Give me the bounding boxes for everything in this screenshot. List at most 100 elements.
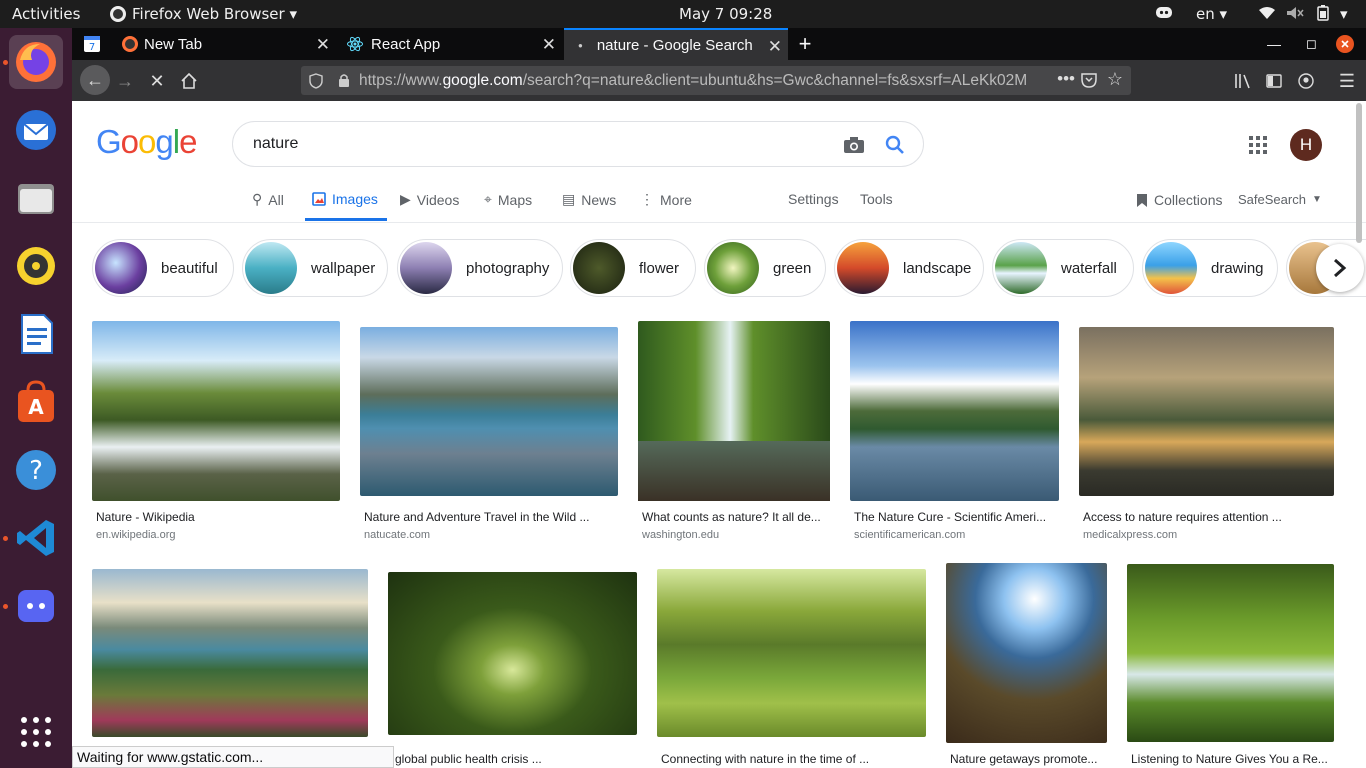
close-icon[interactable]: ✕ bbox=[316, 35, 330, 55]
tab-videos[interactable]: ▶ Videos bbox=[400, 191, 459, 208]
result-image[interactable] bbox=[360, 327, 618, 496]
tab-google-search[interactable]: ● nature - Google Search ✕ bbox=[564, 28, 788, 60]
account-button[interactable] bbox=[1293, 68, 1319, 94]
back-button[interactable]: ← bbox=[80, 65, 110, 95]
result-title[interactable]: Nature getaways promote... bbox=[950, 752, 1106, 766]
sidebar-button[interactable] bbox=[1261, 68, 1287, 94]
app-menu[interactable]: Firefox Web Browser ▾ bbox=[110, 5, 297, 23]
dock-writer[interactable] bbox=[9, 307, 63, 361]
dock-discord[interactable] bbox=[9, 579, 63, 633]
arrow-right-icon: → bbox=[116, 70, 134, 91]
safesearch-dropdown[interactable]: SafeSearch ▼ bbox=[1238, 192, 1322, 207]
google-logo[interactable]: Google bbox=[96, 123, 197, 161]
dock-help[interactable]: ? bbox=[9, 443, 63, 497]
home-icon bbox=[181, 73, 197, 89]
forward-button[interactable]: → bbox=[112, 68, 138, 94]
stop-button[interactable]: ✕ bbox=[144, 68, 170, 94]
activities-button[interactable]: Activities bbox=[12, 5, 80, 23]
tab-more[interactable]: ⋮ More bbox=[640, 191, 692, 208]
dock-vscode[interactable] bbox=[9, 511, 63, 565]
chip-waterfall[interactable]: waterfall bbox=[992, 239, 1134, 297]
result-image[interactable] bbox=[657, 569, 926, 737]
result-title[interactable]: Nature - Wikipedia bbox=[96, 510, 336, 524]
home-button[interactable] bbox=[176, 68, 202, 94]
camera-icon[interactable] bbox=[843, 136, 865, 154]
search-icon[interactable] bbox=[885, 135, 905, 155]
result-image[interactable] bbox=[946, 563, 1107, 743]
menu-button[interactable]: ☰ bbox=[1334, 68, 1360, 94]
chip-label: waterfall bbox=[1061, 259, 1117, 277]
result-image[interactable] bbox=[92, 569, 368, 737]
result-image[interactable] bbox=[388, 572, 637, 735]
chip-wallpaper[interactable]: wallpaper bbox=[242, 239, 388, 297]
result-image[interactable] bbox=[638, 321, 830, 501]
result-image[interactable] bbox=[1127, 564, 1334, 742]
result-title[interactable]: global public health crisis ... bbox=[395, 752, 635, 766]
new-tab-button[interactable]: + bbox=[790, 28, 820, 60]
close-window-button[interactable] bbox=[1336, 28, 1360, 60]
keyboard-layout[interactable]: en ▾ bbox=[1196, 5, 1227, 23]
chip-photography[interactable]: photography bbox=[397, 239, 563, 297]
apps-grid-icon[interactable] bbox=[1248, 135, 1268, 155]
library-button[interactable] bbox=[1230, 68, 1256, 94]
tab-all-label: All bbox=[268, 191, 284, 208]
chip-flower[interactable]: flower bbox=[570, 239, 696, 297]
loading-dot-icon: ● bbox=[578, 40, 583, 50]
chip-label: photography bbox=[466, 259, 550, 277]
chip-label: drawing bbox=[1211, 259, 1264, 277]
chevron-right-icon bbox=[1334, 258, 1347, 278]
system-menu-arrow[interactable]: ▾ bbox=[1340, 5, 1348, 23]
tab-new-tab[interactable]: New Tab ✕ bbox=[112, 28, 336, 60]
tab-all[interactable]: ⚲ All bbox=[252, 191, 284, 208]
dock-software[interactable]: A bbox=[9, 375, 63, 429]
result-title[interactable]: What counts as nature? It all de... bbox=[642, 510, 827, 524]
close-icon[interactable]: ✕ bbox=[768, 37, 782, 57]
minimize-button[interactable]: — bbox=[1267, 28, 1291, 60]
tab-images[interactable]: Images bbox=[312, 191, 378, 207]
avatar[interactable]: H bbox=[1290, 129, 1322, 161]
chip-drawing[interactable]: drawing bbox=[1142, 239, 1278, 297]
tools-link[interactable]: Tools bbox=[860, 191, 893, 207]
chip-beautiful[interactable]: beautiful bbox=[92, 239, 234, 297]
calendar-icon: 7 bbox=[84, 36, 100, 52]
grid-icon bbox=[21, 717, 51, 747]
discord-tray-icon[interactable] bbox=[1155, 4, 1173, 24]
search-input[interactable]: nature bbox=[253, 135, 298, 153]
result-title[interactable]: Nature and Adventure Travel in the Wild … bbox=[364, 510, 614, 524]
close-icon[interactable]: ✕ bbox=[542, 35, 556, 55]
tab-news[interactable]: ▤ News bbox=[562, 191, 616, 208]
collections-link[interactable]: Collections bbox=[1136, 192, 1222, 208]
chips-next-button[interactable] bbox=[1316, 244, 1364, 292]
result-title[interactable]: Connecting with nature in the time of ..… bbox=[661, 752, 921, 766]
tab-maps[interactable]: ⌖ Maps bbox=[484, 191, 532, 208]
page-actions-icon[interactable]: ••• bbox=[1051, 69, 1075, 89]
battery-icon[interactable] bbox=[1317, 5, 1329, 25]
clock[interactable]: May 7 09:28 bbox=[679, 5, 772, 23]
tab-pinned[interactable]: 7 bbox=[72, 28, 112, 60]
chip-landscape[interactable]: landscape bbox=[834, 239, 984, 297]
firefox-icon bbox=[110, 6, 126, 22]
result-title[interactable]: Listening to Nature Gives You a Re... bbox=[1131, 752, 1333, 766]
bookmark-star-icon[interactable]: ☆ bbox=[1107, 69, 1123, 90]
chip-green[interactable]: green bbox=[704, 239, 826, 297]
volume-muted-icon[interactable] bbox=[1286, 6, 1304, 24]
dock-firefox[interactable] bbox=[9, 35, 63, 89]
result-image[interactable] bbox=[850, 321, 1059, 501]
pocket-icon[interactable] bbox=[1081, 72, 1097, 88]
result-image[interactable] bbox=[1079, 327, 1334, 496]
result-title[interactable]: Access to nature requires attention ... bbox=[1083, 510, 1333, 524]
result-image[interactable] bbox=[92, 321, 340, 501]
result-title[interactable]: The Nature Cure - Scientific Ameri... bbox=[854, 510, 1054, 524]
maximize-button[interactable]: ◻ bbox=[1306, 28, 1330, 60]
wifi-icon[interactable] bbox=[1258, 6, 1276, 24]
dock-files[interactable] bbox=[9, 171, 63, 225]
scrollbar-thumb[interactable] bbox=[1356, 103, 1362, 243]
dock-thunderbird[interactable] bbox=[9, 103, 63, 157]
settings-link[interactable]: Settings bbox=[788, 191, 839, 207]
tab-react-app[interactable]: React App ✕ bbox=[338, 28, 562, 60]
dock-rhythmbox[interactable] bbox=[9, 239, 63, 293]
divider bbox=[72, 222, 1366, 223]
url-bar[interactable]: https://www.google.com/search?q=nature&c… bbox=[301, 66, 1131, 95]
show-applications-button[interactable] bbox=[9, 705, 63, 759]
search-box[interactable]: nature bbox=[232, 121, 924, 167]
